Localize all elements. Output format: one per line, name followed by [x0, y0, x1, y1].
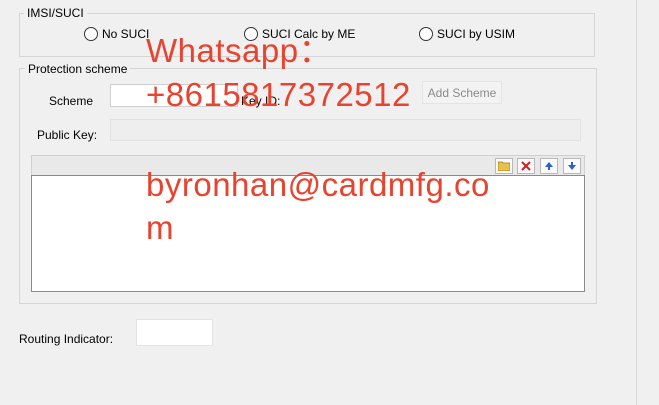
- arrow-down-icon[interactable]: [563, 158, 581, 174]
- window-edge: [636, 0, 637, 405]
- watermark-phone: +8615817372512: [146, 76, 411, 113]
- imsi-suci-group-title: IMSI/SUCI: [24, 6, 87, 20]
- scheme-label: Scheme: [49, 94, 94, 108]
- radio-suci-by-usim[interactable]: SUCI by USIM: [419, 27, 515, 41]
- radio-no-suci[interactable]: No SUCI: [84, 27, 149, 41]
- watermark-email-end: m: [146, 209, 174, 246]
- routing-indicator-label: Routing Indicator:: [19, 332, 114, 346]
- public-key-input[interactable]: [110, 119, 581, 141]
- routing-indicator-input[interactable]: [136, 319, 213, 346]
- delete-icon[interactable]: [517, 158, 535, 174]
- radio-suci-by-usim-label: SUCI by USIM: [437, 27, 516, 41]
- watermark-whatsapp: Whatsapp：: [146, 32, 333, 69]
- watermark-email: byronhan@cardmfg.co: [146, 166, 490, 203]
- folder-icon[interactable]: [495, 158, 513, 174]
- add-scheme-button[interactable]: Add Scheme: [422, 81, 502, 104]
- radio-no-suci-label: No SUCI: [102, 27, 150, 41]
- radio-circle-icon: [84, 27, 98, 41]
- public-key-label: Public Key:: [37, 128, 98, 142]
- protection-scheme-group-title: Protection scheme: [25, 62, 131, 76]
- arrow-up-icon[interactable]: [540, 158, 558, 174]
- radio-circle-icon: [419, 27, 433, 41]
